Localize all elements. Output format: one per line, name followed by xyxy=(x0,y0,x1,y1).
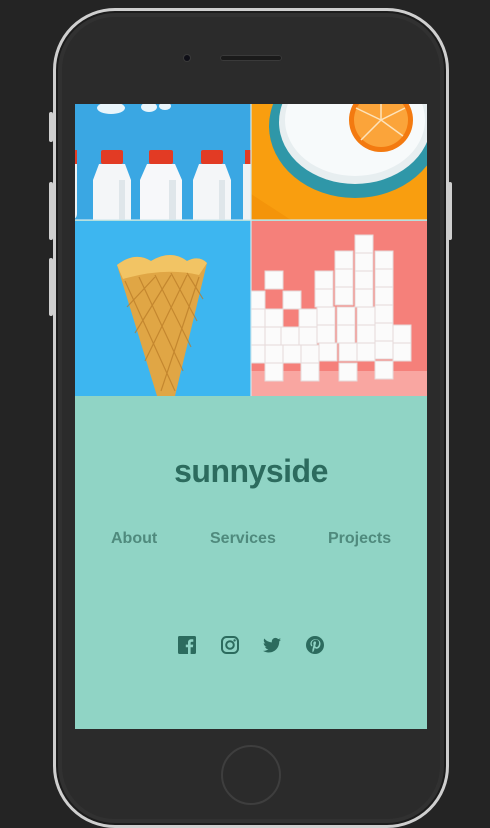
footer-nav: About Services Projects xyxy=(75,530,427,550)
brand-logo[interactable]: sunnyside xyxy=(75,453,427,490)
pinterest-link[interactable] xyxy=(305,635,325,655)
twitter-icon xyxy=(263,637,281,653)
gallery-image-ice-cream-cone xyxy=(75,221,251,396)
instagram-link[interactable] xyxy=(220,635,240,655)
footer-nav-about[interactable]: About xyxy=(111,530,157,548)
pinterest-icon xyxy=(306,636,324,654)
gallery-image-orange-plate xyxy=(251,104,427,220)
twitter-link[interactable] xyxy=(262,635,282,655)
front-camera xyxy=(184,55,190,61)
gallery-image-sugar-cubes xyxy=(251,221,427,396)
gallery-divider-vertical xyxy=(250,104,252,396)
gallery-divider-horizontal xyxy=(75,219,427,221)
phone-screen: sunnyside About Services Projects xyxy=(75,104,427,729)
footer-nav-projects[interactable]: Projects xyxy=(328,530,391,548)
social-links xyxy=(177,635,327,657)
instagram-icon xyxy=(221,636,239,654)
facebook-icon xyxy=(178,636,196,654)
earpiece-speaker xyxy=(220,55,282,61)
facebook-link[interactable] xyxy=(177,635,197,655)
home-button xyxy=(221,745,281,805)
footer-nav-services[interactable]: Services xyxy=(210,530,276,548)
gallery-image-milk-bottles xyxy=(75,104,251,220)
